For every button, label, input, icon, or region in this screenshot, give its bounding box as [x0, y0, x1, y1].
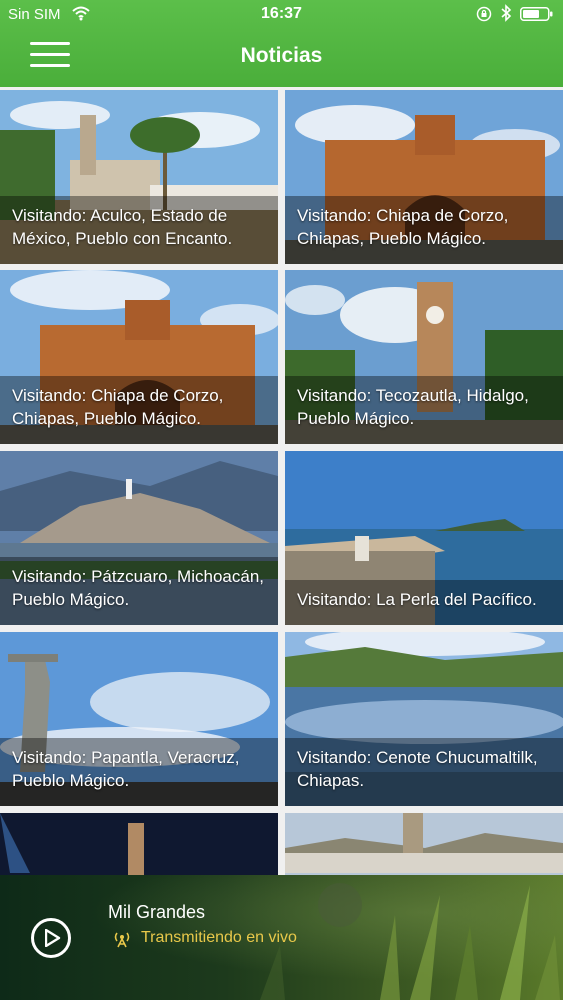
radio-tower-icon [114, 932, 130, 948]
news-card[interactable]: Visitando: La Perla del Pacífico. [285, 451, 563, 625]
news-title: Visitando: Papantla, Veracruz, Pueblo Má… [0, 738, 278, 806]
news-title: Visitando: Chiapa de Corzo, Chiapas, Pue… [285, 196, 563, 264]
bluetooth-icon [501, 4, 512, 22]
news-card[interactable] [285, 813, 563, 875]
page-title: Noticias [240, 44, 323, 67]
radio-player: Mil Grandes Transmitiendo en vivo [0, 875, 563, 1000]
news-title: Visitando: Pátzcuaro, Michoacán, Pueblo … [0, 557, 278, 625]
news-card[interactable]: Visitando: Papantla, Veracruz, Pueblo Má… [0, 632, 278, 806]
news-card[interactable] [0, 813, 278, 875]
station-name: Mil Grandes [108, 902, 206, 922]
news-title: Visitando: La Perla del Pacífico. [285, 580, 563, 625]
app-header: Sin SIM 16:37 Noticias [0, 0, 563, 87]
news-card[interactable]: Visitando: Pátzcuaro, Michoacán, Pueblo … [0, 451, 278, 625]
news-card[interactable]: Visitando: Tecozautla, Hidalgo, Pueblo M… [285, 270, 563, 444]
play-button[interactable] [31, 918, 71, 958]
news-card[interactable]: Visitando: Aculco, Estado de México, Pue… [0, 90, 278, 264]
news-photo [0, 813, 278, 875]
rotation-lock-icon [476, 6, 492, 22]
battery-icon [520, 7, 553, 21]
news-title: Visitando: Cenote Chucumaltilk, Chiapas. [285, 738, 563, 806]
news-title: Visitando: Chiapa de Corzo, Chiapas, Pue… [0, 376, 278, 444]
news-photo [285, 813, 563, 875]
news-card[interactable]: Visitando: Chiapa de Corzo, Chiapas, Pue… [0, 270, 278, 444]
news-card[interactable]: Visitando: Chiapa de Corzo, Chiapas, Pue… [285, 90, 563, 264]
live-status: Transmitiendo en vivo [141, 929, 297, 946]
news-grid: Visitando: Aculco, Estado de México, Pue… [0, 87, 563, 875]
news-card[interactable]: Visitando: Cenote Chucumaltilk, Chiapas. [285, 632, 563, 806]
status-bar: Sin SIM 16:37 [0, 0, 563, 30]
news-title: Visitando: Tecozautla, Hidalgo, Pueblo M… [285, 376, 563, 444]
news-title: Visitando: Aculco, Estado de México, Pue… [0, 196, 278, 264]
play-icon [45, 929, 61, 947]
